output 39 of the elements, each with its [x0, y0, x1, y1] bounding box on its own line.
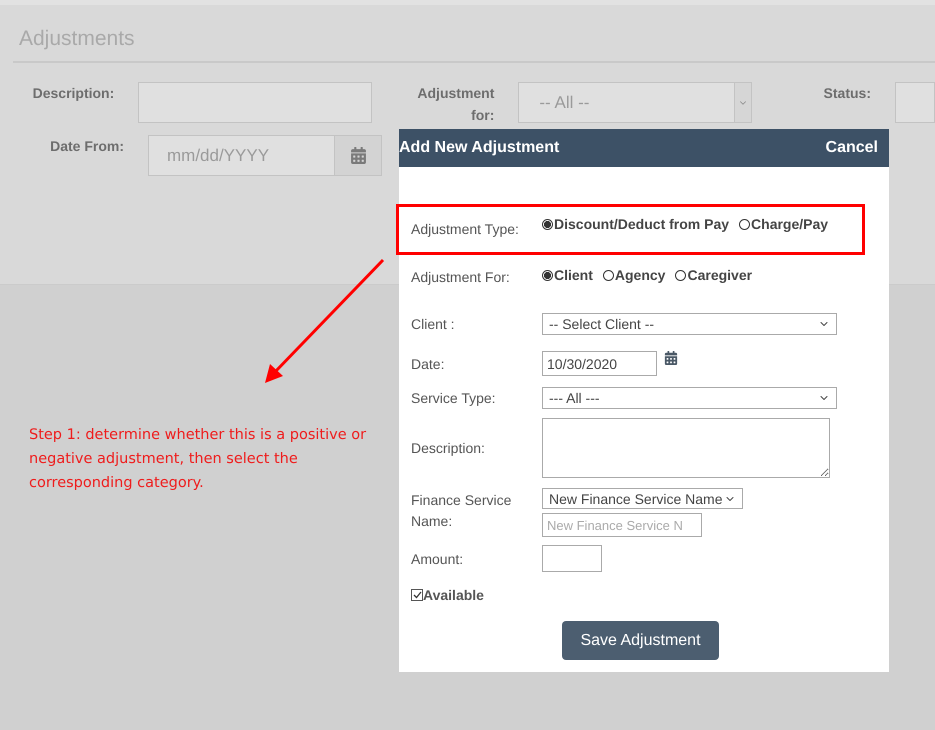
- field-label: Date From:: [49, 137, 124, 156]
- radio-unchecked[interactable]: [675, 270, 686, 280]
- field-label: Client :: [410, 315, 456, 333]
- description-field[interactable]: [542, 418, 830, 478]
- calendar-button[interactable]: [335, 135, 382, 176]
- amount-field[interactable]: [542, 545, 602, 572]
- field-label: Amount:: [410, 550, 464, 568]
- checkbox-label: Available: [423, 587, 484, 603]
- cancel-link[interactable]: Cancel: [826, 139, 878, 157]
- radio-unchecked[interactable]: [739, 218, 750, 230]
- field-label: Adjustment For:: [410, 268, 511, 286]
- calendar-icon: [350, 147, 366, 164]
- field-label: Adjustment for:: [416, 84, 494, 125]
- finance-service-field[interactable]: New Finance Service N: [542, 513, 702, 537]
- radio-option[interactable]: Caregiver: [675, 267, 752, 283]
- field-label: Description:: [32, 84, 114, 103]
- field-label: Finance Service Name:: [410, 491, 512, 531]
- finance-service-select[interactable]: New Finance Service Name: [542, 488, 743, 509]
- save-button[interactable]: Save Adjustment: [562, 621, 719, 660]
- field-label: Status:: [822, 84, 871, 103]
- radio-checked[interactable]: [542, 218, 553, 230]
- radio-option[interactable]: Agency: [602, 267, 666, 283]
- radio-option[interactable]: Charge/Pay: [739, 216, 828, 232]
- calendar-icon[interactable]: [664, 351, 678, 365]
- date-field[interactable]: 10/30/2020: [542, 351, 657, 376]
- radio-option[interactable]: Client: [542, 267, 593, 283]
- client-select[interactable]: -- Select Client --: [542, 313, 837, 335]
- field-label: Service Type:: [410, 389, 497, 407]
- dialog-title: Add New Adjustment: [399, 139, 560, 157]
- field-label: Date:: [410, 354, 446, 372]
- description-field[interactable]: [138, 82, 372, 123]
- checkbox[interactable]: [411, 589, 423, 601]
- radio-checked[interactable]: [542, 270, 553, 280]
- field-label: Adjustment Type:: [410, 220, 520, 238]
- service-type-select[interactable]: --- All ---: [542, 387, 837, 409]
- radio-option[interactable]: Discount/Deduct from Pay: [542, 216, 730, 232]
- field-label: Description:: [410, 439, 486, 457]
- annotation-text: Step 1: determine whether this is a positive or negative adjustment, then select the corresponding category.: [29, 426, 368, 493]
- radio-unchecked[interactable]: [602, 270, 614, 280]
